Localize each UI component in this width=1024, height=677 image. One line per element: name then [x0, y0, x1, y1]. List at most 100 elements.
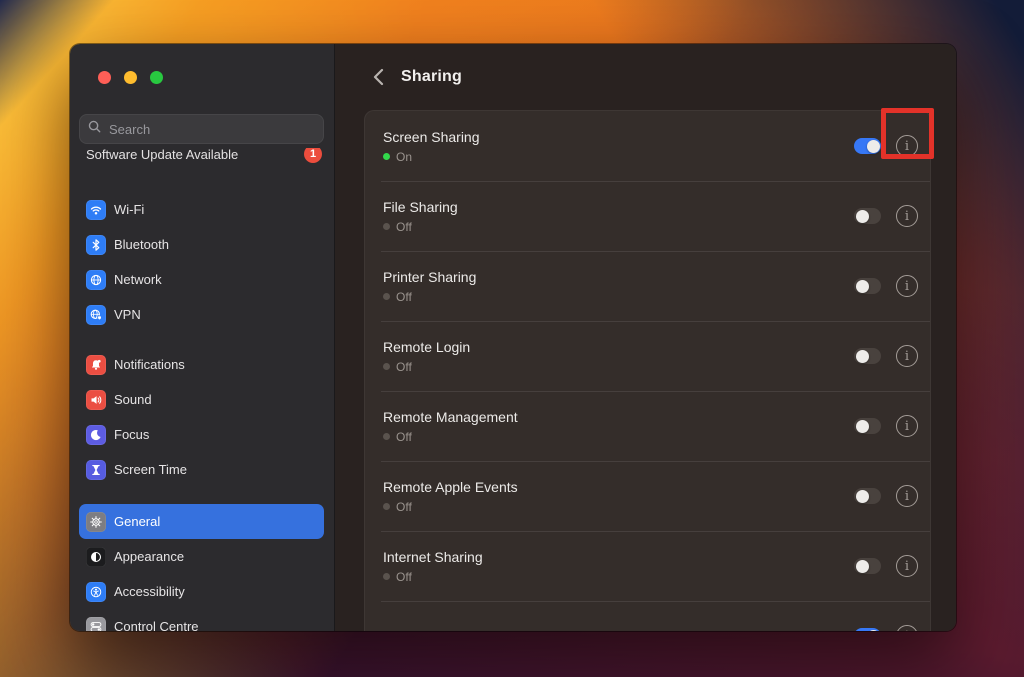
info-button-remote-apple-events[interactable]: i [896, 485, 918, 507]
sidebar-scroll-area[interactable]: Software Update Available 1 Wi-FiBluetoo… [70, 148, 334, 631]
appearance-icon [86, 547, 106, 567]
status-dot [383, 293, 390, 300]
system-settings-window: Software Update Available 1 Wi-FiBluetoo… [70, 44, 956, 631]
toggle-knob [867, 140, 880, 153]
sidebar-item-label: Network [114, 272, 162, 287]
sidebar-item-sound[interactable]: Sound [79, 382, 324, 417]
search-field[interactable] [79, 114, 324, 144]
sidebar-item-control-centre[interactable]: Control Centre [79, 609, 324, 631]
sidebar-item-vpn[interactable]: VPN [79, 297, 324, 332]
sidebar-item-network[interactable]: Network [79, 262, 324, 297]
bell-icon [86, 355, 106, 375]
minimize-window-button[interactable] [124, 71, 137, 84]
accessibility-icon [86, 582, 106, 602]
status-dot [383, 153, 390, 160]
service-label: Remote Login [383, 339, 470, 355]
sidebar-item-label: VPN [114, 307, 141, 322]
back-button[interactable] [368, 65, 388, 89]
search-input[interactable] [107, 121, 315, 138]
software-update-label: Software Update Available [86, 148, 238, 162]
service-controls: i [854, 275, 918, 297]
service-controls: i [854, 625, 918, 631]
service-status: Off [383, 430, 518, 444]
status-text: Off [396, 430, 412, 444]
status-text: Off [396, 570, 412, 584]
toggle-knob [856, 420, 869, 433]
toggle-knob [856, 280, 869, 293]
toggle-content-caching[interactable] [854, 628, 881, 631]
toggle-knob [856, 210, 869, 223]
sidebar-item-focus[interactable]: Focus [79, 417, 324, 452]
sidebar-item-label: Sound [114, 392, 152, 407]
status-dot [383, 363, 390, 370]
search-icon [88, 120, 101, 138]
chevron-left-icon [373, 68, 384, 86]
info-button-file-sharing[interactable]: i [896, 205, 918, 227]
service-status: On [383, 150, 480, 164]
sharing-pane: Sharing Screen SharingOni File Sharing Off… [335, 44, 956, 631]
service-label: Content Caching [383, 628, 487, 631]
sidebar-item-software-update[interactable]: Software Update Available 1 [79, 148, 324, 167]
service-row-internet-sharing: Internet Sharing Off i [365, 531, 930, 601]
toggle-internet-sharing[interactable] [854, 558, 881, 574]
service-texts: Internet Sharing Off [383, 549, 483, 584]
sidebar-item-accessibility[interactable]: Accessibility [79, 574, 324, 609]
service-controls: i [854, 205, 918, 227]
sidebar-items: Wi-FiBluetooth Network VPN Notifications Sou… [79, 192, 324, 631]
wifi-icon [86, 200, 106, 220]
status-text: Off [396, 290, 412, 304]
info-button-internet-sharing[interactable]: i [896, 555, 918, 577]
info-button-printer-sharing[interactable]: i [896, 275, 918, 297]
close-window-button[interactable] [98, 71, 111, 84]
service-row-file-sharing: File Sharing Off i [365, 181, 930, 251]
info-button-remote-login[interactable]: i [896, 345, 918, 367]
sidebar-item-label: Appearance [114, 549, 184, 564]
status-dot [383, 433, 390, 440]
service-controls: i [854, 415, 918, 437]
service-status: Off [383, 220, 458, 234]
service-status: Off [383, 290, 476, 304]
toggle-file-sharing[interactable] [854, 208, 881, 224]
sidebar-item-general[interactable]: General [79, 504, 324, 539]
service-status: Off [383, 500, 518, 514]
sidebar-group-1: Wi-FiBluetooth Network VPN [79, 192, 324, 332]
status-dot [383, 223, 390, 230]
bluetooth-icon [86, 235, 106, 255]
service-row-content-caching: Content Caching i [365, 601, 930, 631]
globe-shield-icon [86, 305, 106, 325]
sidebar-item-label: Accessibility [114, 584, 185, 599]
toggle-remote-login[interactable] [854, 348, 881, 364]
update-count-badge: 1 [304, 148, 322, 163]
sidebar-item-wi-fi[interactable]: Wi-Fi [79, 192, 324, 227]
toggle-screen-sharing[interactable] [854, 138, 881, 154]
info-button-content-caching[interactable]: i [896, 625, 918, 631]
service-controls: i [854, 555, 918, 577]
sidebar-item-screen-time[interactable]: Screen Time [79, 452, 324, 487]
toggle-remote-management[interactable] [854, 418, 881, 434]
zoom-window-button[interactable] [150, 71, 163, 84]
status-text: On [396, 150, 412, 164]
sidebar-item-bluetooth[interactable]: Bluetooth [79, 227, 324, 262]
control-centre-icon [86, 617, 106, 632]
toggle-knob [867, 630, 880, 632]
service-controls: i [854, 485, 918, 507]
service-label: File Sharing [383, 199, 458, 215]
page-title: Sharing [401, 68, 462, 86]
moon-icon [86, 425, 106, 445]
toggle-remote-apple-events[interactable] [854, 488, 881, 504]
service-row-screen-sharing: Screen SharingOni [365, 111, 930, 181]
globe-icon [86, 270, 106, 290]
sidebar-item-appearance[interactable]: Appearance [79, 539, 324, 574]
service-label: Remote Management [383, 409, 518, 425]
sidebar-item-notifications[interactable]: Notifications [79, 347, 324, 382]
sharing-services-list: Screen SharingOniFile SharingOffiPrinter… [364, 110, 931, 631]
toggle-printer-sharing[interactable] [854, 278, 881, 294]
info-button-remote-management[interactable]: i [896, 415, 918, 437]
pane-header: Sharing [335, 44, 956, 110]
sidebar-item-label: Screen Time [114, 462, 187, 477]
service-row-remote-management: Remote Management Off i [365, 391, 930, 461]
toggle-knob [856, 490, 869, 503]
annotation-highlight-box [881, 108, 934, 159]
service-label: Internet Sharing [383, 549, 483, 565]
status-dot [383, 503, 390, 510]
